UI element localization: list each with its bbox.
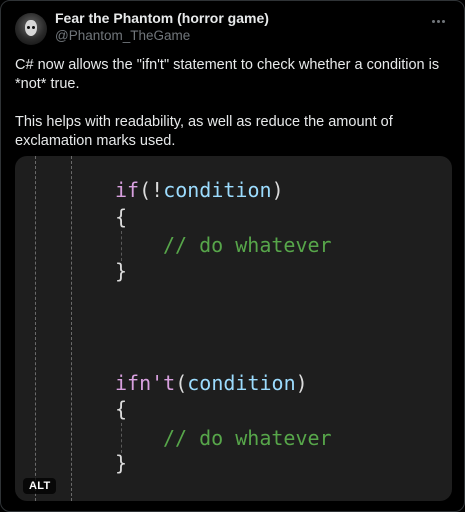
- code-keyword: if: [115, 178, 140, 202]
- indent-guide-line: [35, 156, 36, 501]
- tweet-paragraph-2: This helps with readability, as well as …: [15, 114, 397, 149]
- code-brace: {: [115, 205, 128, 229]
- more-horizontal-icon: [436, 19, 440, 23]
- brace-guide-line: [121, 423, 122, 453]
- code-close-brace: }: [115, 260, 127, 282]
- brace-guide-line: [121, 231, 122, 261]
- alt-text-badge[interactable]: ALT: [23, 478, 57, 494]
- code-brace: {: [115, 397, 128, 421]
- code-variable: condition: [187, 371, 296, 395]
- avatar[interactable]: [15, 13, 47, 45]
- code-paren: ): [295, 371, 308, 395]
- code-comment-line: // do whatever: [163, 427, 332, 449]
- code-brace: }: [115, 451, 128, 475]
- more-horizontal-icon: [441, 19, 445, 23]
- code-paren: (: [175, 371, 188, 395]
- avatar-eye-left: [27, 26, 30, 29]
- code-paren: (: [139, 178, 152, 202]
- code-bang: !: [151, 178, 164, 202]
- indent-guide-line: [71, 156, 72, 501]
- code-comment: // do whatever: [163, 426, 332, 450]
- more-options-button[interactable]: [428, 11, 448, 31]
- tweet-paragraph-1: C# now allows the "ifn't" statement to c…: [15, 57, 444, 92]
- code-line-if: if(!condition): [115, 179, 284, 201]
- code-close-brace: }: [115, 452, 127, 474]
- tweet-card[interactable]: Fear the Phantom (horror game) @Phantom_…: [0, 0, 465, 512]
- code-brace: }: [115, 259, 128, 283]
- code-open-brace: {: [115, 206, 127, 228]
- code-keyword: ifn't: [115, 371, 176, 395]
- code-variable: condition: [163, 178, 272, 202]
- author-display-name[interactable]: Fear the Phantom (horror game): [55, 10, 269, 26]
- author-handle[interactable]: @Phantom_TheGame: [55, 28, 190, 43]
- code-comment: // do whatever: [163, 233, 332, 257]
- code-paren: ): [271, 178, 284, 202]
- code-open-brace: {: [115, 398, 127, 420]
- tweet-text: C# now allows the "ifn't" statement to c…: [15, 56, 455, 151]
- code-comment-line: // do whatever: [163, 234, 332, 256]
- avatar-eye-right: [32, 26, 35, 29]
- media-image-code-screenshot[interactable]: if(!condition) { // do whatever } ifn't(…: [15, 156, 452, 501]
- more-horizontal-icon: [431, 19, 435, 23]
- code-line-ifnt: ifn't(condition): [115, 372, 308, 394]
